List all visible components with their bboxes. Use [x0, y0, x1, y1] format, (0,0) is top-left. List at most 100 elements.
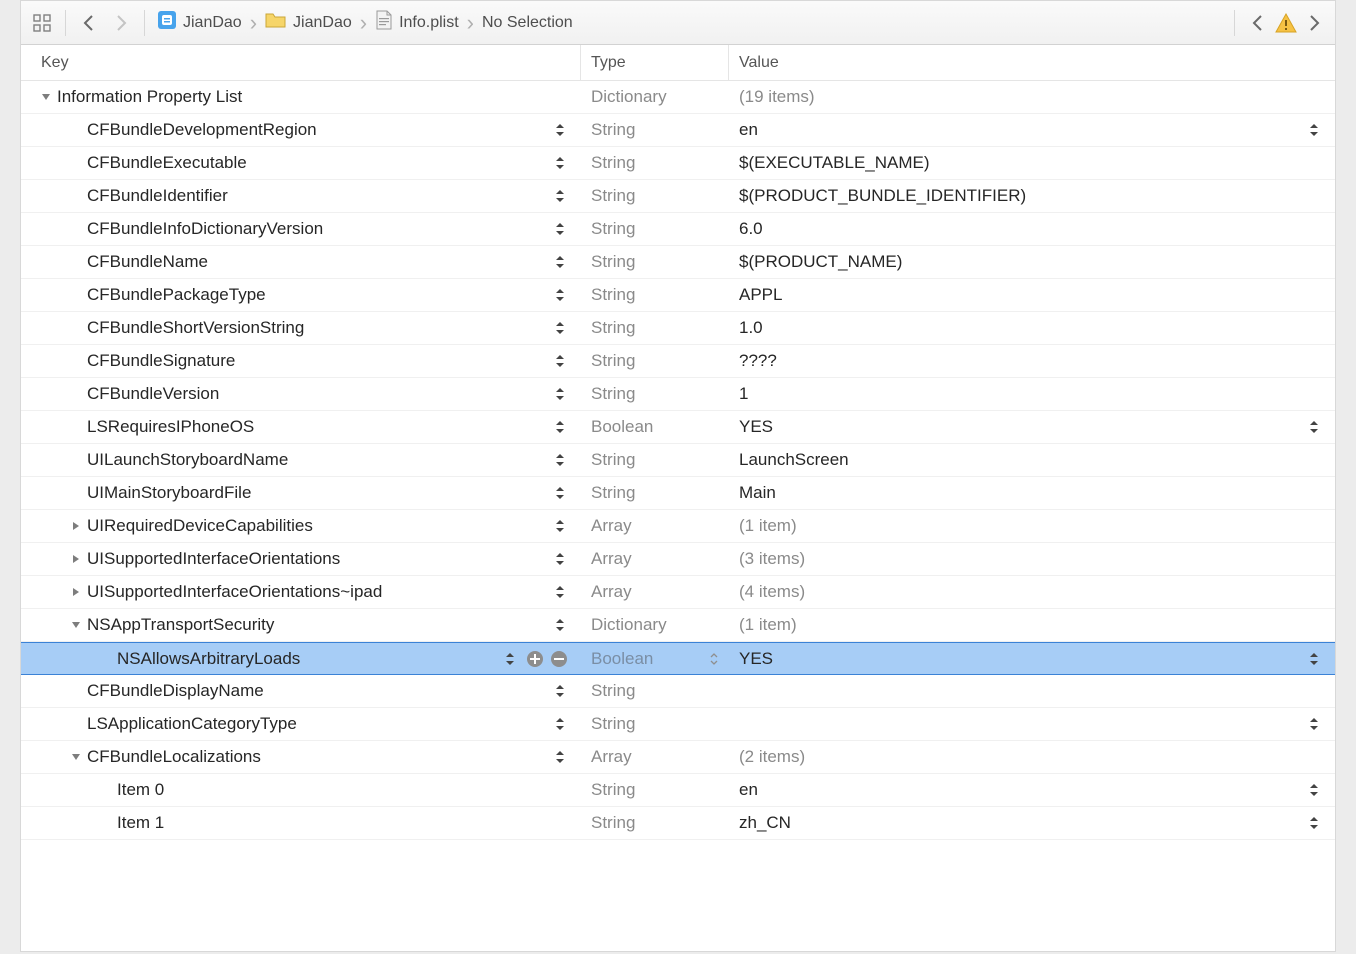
type-cell[interactable]: String	[581, 675, 729, 707]
plist-row[interactable]: LSRequiresIPhoneOSBooleanYES	[21, 411, 1335, 444]
remove-row-button[interactable]	[549, 649, 569, 669]
key-stepper[interactable]	[553, 319, 567, 337]
breadcrumb-item-folder[interactable]: JianDao	[261, 11, 356, 34]
type-cell[interactable]: String	[581, 708, 729, 740]
type-cell[interactable]: String	[581, 774, 729, 806]
type-cell[interactable]: String	[581, 378, 729, 410]
disclosure-down-icon[interactable]	[69, 752, 83, 762]
key-stepper[interactable]	[553, 121, 567, 139]
key-stepper[interactable]	[553, 715, 567, 733]
key-cell[interactable]: Item 1	[21, 807, 581, 839]
value-cell[interactable]: (19 items)	[729, 81, 1335, 113]
key-cell[interactable]: Information Property List	[21, 81, 581, 113]
warning-icon[interactable]	[1275, 12, 1297, 34]
key-cell[interactable]: CFBundleDevelopmentRegion	[21, 114, 581, 146]
value-cell[interactable]: LaunchScreen	[729, 444, 1335, 476]
key-cell[interactable]: UISupportedInterfaceOrientations~ipad	[21, 576, 581, 608]
value-cell[interactable]: (2 items)	[729, 741, 1335, 773]
key-stepper[interactable]	[553, 418, 567, 436]
value-cell[interactable]: en	[729, 114, 1335, 146]
type-cell[interactable]: String	[581, 444, 729, 476]
value-stepper[interactable]	[1307, 715, 1321, 733]
value-cell[interactable]: zh_CN	[729, 807, 1335, 839]
type-cell[interactable]: Array	[581, 741, 729, 773]
plist-row[interactable]: CFBundleInfoDictionaryVersionString6.0	[21, 213, 1335, 246]
type-cell[interactable]: String	[581, 345, 729, 377]
key-cell[interactable]: LSRequiresIPhoneOS	[21, 411, 581, 443]
value-cell[interactable]: ????	[729, 345, 1335, 377]
key-cell[interactable]: CFBundleExecutable	[21, 147, 581, 179]
key-stepper[interactable]	[553, 517, 567, 535]
disclosure-right-icon[interactable]	[69, 587, 83, 597]
key-stepper[interactable]	[553, 616, 567, 634]
plist-row[interactable]: CFBundleNameString$(PRODUCT_NAME)	[21, 246, 1335, 279]
key-stepper[interactable]	[553, 748, 567, 766]
disclosure-right-icon[interactable]	[69, 554, 83, 564]
type-stepper[interactable]	[707, 650, 721, 668]
plist-row[interactable]: CFBundleLocalizationsArray(2 items)	[21, 741, 1335, 774]
key-cell[interactable]: UILaunchStoryboardName	[21, 444, 581, 476]
value-cell[interactable]: (1 item)	[729, 510, 1335, 542]
key-stepper[interactable]	[553, 550, 567, 568]
type-cell[interactable]: Boolean	[581, 643, 729, 674]
key-cell[interactable]: CFBundleSignature	[21, 345, 581, 377]
key-stepper[interactable]	[553, 220, 567, 238]
value-cell[interactable]: (4 items)	[729, 576, 1335, 608]
key-stepper[interactable]	[553, 451, 567, 469]
plist-row[interactable]: UIRequiredDeviceCapabilitiesArray(1 item…	[21, 510, 1335, 543]
type-cell[interactable]: String	[581, 147, 729, 179]
plist-row[interactable]: UILaunchStoryboardNameStringLaunchScreen	[21, 444, 1335, 477]
key-stepper[interactable]	[553, 385, 567, 403]
type-cell[interactable]: Array	[581, 543, 729, 575]
value-stepper[interactable]	[1307, 418, 1321, 436]
plist-row[interactable]: Information Property ListDictionary(19 i…	[21, 81, 1335, 114]
type-cell[interactable]: String	[581, 477, 729, 509]
breadcrumb-item-project[interactable]: JianDao	[153, 10, 246, 35]
plist-row[interactable]: UISupportedInterfaceOrientationsArray(3 …	[21, 543, 1335, 576]
plist-row[interactable]: CFBundleShortVersionStringString1.0	[21, 312, 1335, 345]
plist-row[interactable]: CFBundleVersionString1	[21, 378, 1335, 411]
value-cell[interactable]: APPL	[729, 279, 1335, 311]
key-cell[interactable]: CFBundleName	[21, 246, 581, 278]
key-cell[interactable]: LSApplicationCategoryType	[21, 708, 581, 740]
header-type[interactable]: Type	[581, 45, 729, 80]
type-cell[interactable]: String	[581, 114, 729, 146]
plist-row[interactable]: Item 1Stringzh_CN	[21, 807, 1335, 840]
value-cell[interactable]: YES	[729, 643, 1335, 674]
plist-row[interactable]: CFBundleExecutableString$(EXECUTABLE_NAM…	[21, 147, 1335, 180]
plist-row[interactable]: CFBundleDisplayNameString	[21, 675, 1335, 708]
disclosure-right-icon[interactable]	[69, 521, 83, 531]
type-cell[interactable]: String	[581, 279, 729, 311]
value-cell[interactable]	[729, 675, 1335, 707]
value-cell[interactable]: $(PRODUCT_NAME)	[729, 246, 1335, 278]
key-cell[interactable]: UIMainStoryboardFile	[21, 477, 581, 509]
key-cell[interactable]: CFBundleLocalizations	[21, 741, 581, 773]
key-cell[interactable]: Item 0	[21, 774, 581, 806]
value-cell[interactable]: 1	[729, 378, 1335, 410]
disclosure-down-icon[interactable]	[69, 620, 83, 630]
nav-back-button[interactable]	[74, 8, 104, 38]
key-cell[interactable]: CFBundlePackageType	[21, 279, 581, 311]
issues-forward-button[interactable]	[1299, 8, 1329, 38]
issues-back-button[interactable]	[1243, 8, 1273, 38]
type-cell[interactable]: String	[581, 213, 729, 245]
value-cell[interactable]: $(EXECUTABLE_NAME)	[729, 147, 1335, 179]
type-cell[interactable]: String	[581, 180, 729, 212]
type-cell[interactable]: Dictionary	[581, 81, 729, 113]
breadcrumb-item-file[interactable]: Info.plist	[371, 10, 463, 35]
key-stepper[interactable]	[503, 650, 517, 668]
plist-row[interactable]: CFBundlePackageTypeStringAPPL	[21, 279, 1335, 312]
plist-row[interactable]: Item 0Stringen	[21, 774, 1335, 807]
type-cell[interactable]: Boolean	[581, 411, 729, 443]
value-cell[interactable]: $(PRODUCT_BUNDLE_IDENTIFIER)	[729, 180, 1335, 212]
key-stepper[interactable]	[553, 583, 567, 601]
type-cell[interactable]: String	[581, 312, 729, 344]
plist-row[interactable]: LSApplicationCategoryTypeString	[21, 708, 1335, 741]
value-cell[interactable]: (3 items)	[729, 543, 1335, 575]
key-cell[interactable]: CFBundleVersion	[21, 378, 581, 410]
plist-row[interactable]: CFBundleSignatureString????	[21, 345, 1335, 378]
disclosure-down-icon[interactable]	[39, 92, 53, 102]
key-cell[interactable]: CFBundleInfoDictionaryVersion	[21, 213, 581, 245]
show-related-items-icon[interactable]	[27, 8, 57, 38]
value-cell[interactable]: YES	[729, 411, 1335, 443]
